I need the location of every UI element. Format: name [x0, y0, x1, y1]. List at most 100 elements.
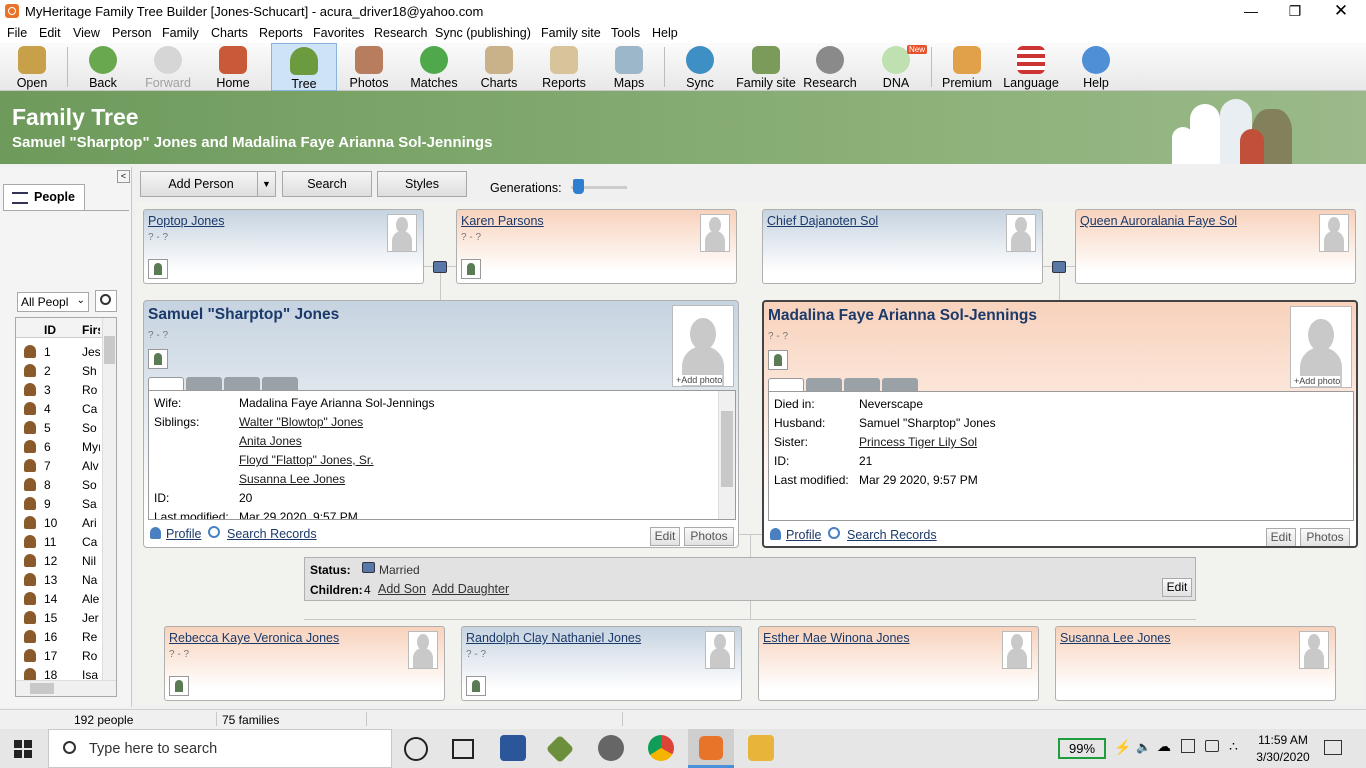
chrome-icon[interactable] — [648, 735, 674, 761]
charts-button[interactable]: Charts — [468, 43, 530, 91]
tray-icon[interactable] — [1205, 740, 1219, 752]
photo-placeholder[interactable] — [705, 631, 735, 669]
parent-card-queen-auroralania-faye-sol[interactable]: Queen Auroralania Faye Sol — [1075, 209, 1356, 284]
sync-button[interactable]: Sync — [669, 43, 731, 91]
husband-photo-placeholder[interactable]: +Add photo — [672, 305, 734, 387]
search-button[interactable] — [95, 290, 117, 312]
husband-name[interactable]: Samuel "Sharptop" Jones — [148, 306, 339, 324]
menu-person[interactable]: Person — [112, 26, 152, 40]
menu-view[interactable]: View — [73, 26, 100, 40]
power-icon[interactable]: ⚡ — [1114, 739, 1131, 756]
child-card-rebecca-kaye-veronica-jones[interactable]: Rebecca Kaye Veronica Jones ? - ? — [164, 626, 445, 701]
notifications-icon[interactable] — [1324, 740, 1342, 755]
husband-search-records-link[interactable]: Search Records — [227, 527, 317, 541]
info-value[interactable]: Anita Jones — [239, 434, 302, 448]
wife-name[interactable]: Madalina Faye Arianna Sol-Jennings — [768, 307, 1037, 325]
photo-placeholder[interactable] — [1006, 214, 1036, 252]
list-item[interactable]: 15 Jer — [16, 608, 102, 627]
app-icon[interactable] — [598, 735, 624, 761]
minimize-button[interactable]: — — [1228, 0, 1274, 23]
parent-card-karen-parsons[interactable]: Karen Parsons ? - ? — [456, 209, 737, 284]
home-button[interactable]: Home — [202, 43, 264, 91]
close-button[interactable]: ✕ — [1318, 0, 1364, 23]
search-people-button[interactable]: Search — [282, 171, 372, 197]
menu-family-site[interactable]: Family site — [541, 26, 601, 40]
vertical-scrollbar[interactable] — [718, 391, 735, 519]
marriage-icon[interactable] — [1052, 261, 1066, 273]
add-photo-link[interactable]: +Add photo — [676, 375, 723, 385]
tree-button[interactable]: Tree — [271, 43, 337, 91]
add-son-link[interactable]: Add Son — [378, 582, 426, 596]
horizontal-scrollbar[interactable] — [16, 680, 116, 696]
list-item[interactable]: 16 Re — [16, 627, 102, 646]
tab-summary[interactable] — [768, 378, 804, 392]
menu-help[interactable]: Help — [652, 26, 678, 40]
husband-profile-link[interactable]: Profile — [166, 527, 201, 541]
family-edit-button[interactable]: Edit — [1162, 578, 1192, 597]
styles-button[interactable]: Styles — [377, 171, 467, 197]
onedrive-icon[interactable]: ☁ — [1157, 738, 1171, 755]
menu-file[interactable]: File — [7, 26, 27, 40]
vertical-scrollbar[interactable] — [102, 318, 116, 680]
reports-button[interactable]: Reports — [533, 43, 595, 91]
tray-icon[interactable] — [1181, 739, 1195, 753]
list-item[interactable]: 4 Ca — [16, 399, 102, 418]
child-card-susanna-lee-jones[interactable]: Susanna Lee Jones — [1055, 626, 1336, 701]
marriage-icon[interactable] — [433, 261, 447, 273]
battery-indicator[interactable]: 99% — [1058, 738, 1106, 759]
add-person-button[interactable]: Add Person ▼ — [140, 171, 276, 197]
menu-reports[interactable]: Reports — [259, 26, 303, 40]
info-value[interactable]: Susanna Lee Jones — [239, 472, 345, 486]
research-button[interactable]: Research — [800, 43, 860, 91]
scrollbar-thumb[interactable] — [30, 683, 54, 694]
menu-sync[interactable]: Sync (publishing) — [435, 26, 531, 40]
list-item[interactable]: 8 So — [16, 475, 102, 494]
premium-button[interactable]: Premium — [936, 43, 998, 91]
matches-button[interactable]: Matches — [403, 43, 465, 91]
menu-research[interactable]: Research — [374, 26, 428, 40]
list-item[interactable]: 1 Jes — [16, 342, 102, 361]
info-value[interactable]: Princess Tiger Lily Sol — [859, 435, 977, 449]
column-first-name-header[interactable]: Firs — [82, 323, 100, 337]
task-view-icon[interactable] — [452, 739, 474, 759]
people-list[interactable]: ID Firs 1 Jes 2 Sh 3 Ro 4 Ca 5 So 6 Myı 7 Alv 8 So 9 Sa 10… — [15, 317, 117, 697]
husband-photos-button[interactable]: Photos — [684, 527, 734, 546]
slider-thumb[interactable] — [572, 179, 584, 194]
tab-summary[interactable] — [148, 377, 184, 391]
wife-photo-placeholder[interactable]: +Add photo — [1290, 306, 1352, 388]
clock-date[interactable]: 3/30/2020 — [1256, 750, 1310, 764]
wife-photos-button[interactable]: Photos — [1300, 528, 1350, 546]
file-explorer-icon[interactable] — [748, 735, 774, 761]
list-item[interactable]: 12 Nil — [16, 551, 102, 570]
menu-tools[interactable]: Tools — [611, 26, 640, 40]
child-card-esther-mae-winona-jones[interactable]: Esther Mae Winona Jones — [758, 626, 1039, 701]
dna-button[interactable]: New DNA — [865, 43, 927, 91]
list-item[interactable]: 9 Sa — [16, 494, 102, 513]
scrollbar-thumb[interactable] — [104, 336, 115, 364]
parent-card-poptop-jones[interactable]: Poptop Jones ? - ? — [143, 209, 424, 284]
list-item[interactable]: 2 Sh — [16, 361, 102, 380]
family-site-button[interactable]: Family site — [733, 43, 799, 91]
tab-details[interactable] — [186, 377, 222, 391]
people-filter-select[interactable]: All Peopl ⌄ — [17, 292, 89, 312]
list-item[interactable]: 10 Ari — [16, 513, 102, 532]
photo-placeholder[interactable] — [387, 214, 417, 252]
volume-icon[interactable]: 🔈 — [1136, 740, 1151, 754]
tab-places[interactable] — [224, 377, 260, 391]
dropdown-arrow-icon[interactable]: ▼ — [257, 172, 275, 196]
menu-charts[interactable]: Charts — [211, 26, 248, 40]
app-icon[interactable] — [545, 734, 575, 764]
clock-time[interactable]: 11:59 AM — [1256, 733, 1310, 747]
husband-edit-button[interactable]: Edit — [650, 527, 680, 546]
tab-places[interactable] — [844, 378, 880, 392]
tab-details[interactable] — [806, 378, 842, 392]
list-item[interactable]: 13 Na — [16, 570, 102, 589]
help-button[interactable]: Help — [1065, 43, 1127, 91]
list-item[interactable]: 5 So — [16, 418, 102, 437]
wifi-icon[interactable]: ∴ — [1229, 738, 1238, 755]
tab-photos[interactable] — [262, 377, 298, 391]
windows-start-icon[interactable] — [14, 740, 32, 758]
info-value[interactable]: Walter "Blowtop" Jones — [239, 415, 363, 429]
wife-edit-button[interactable]: Edit — [1266, 528, 1296, 546]
photos-button[interactable]: Photos — [338, 43, 400, 91]
